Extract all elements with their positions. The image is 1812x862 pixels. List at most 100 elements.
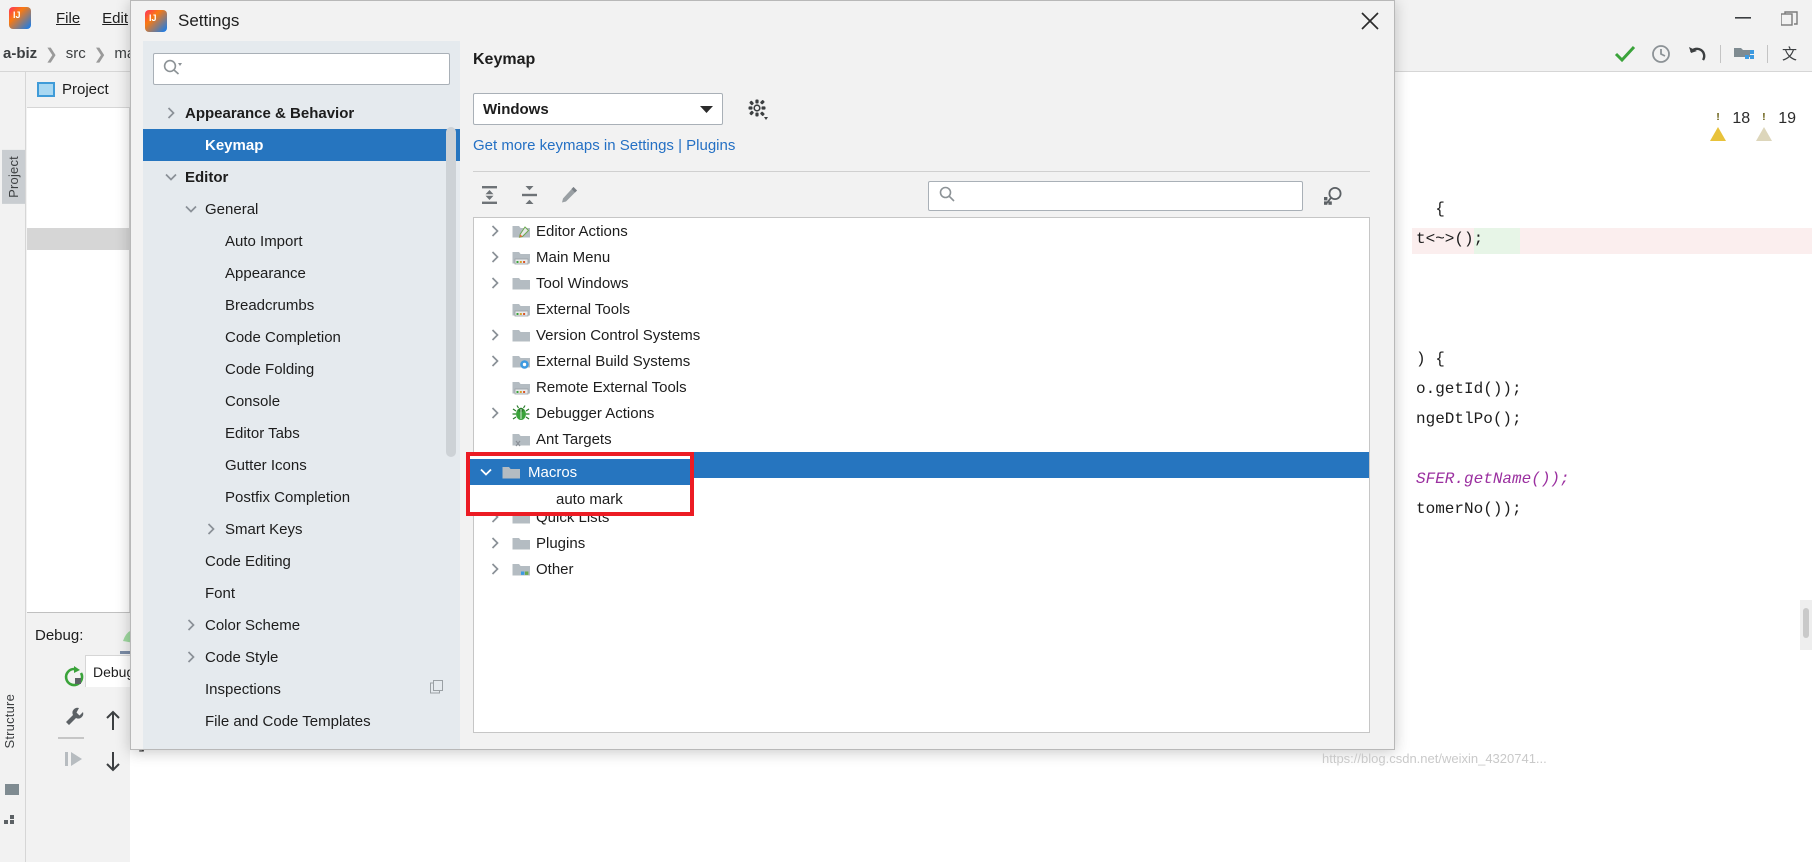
sidebar-item-code-folding[interactable]: Code Folding: [143, 353, 460, 385]
settings-category-tree[interactable]: Appearance & Behavior Keymap Editor General…: [143, 97, 460, 749]
code-line: ) {: [1416, 350, 1445, 368]
sidebar-item-smart-keys[interactable]: Smart Keys: [143, 513, 460, 545]
grid-icon: [4, 812, 16, 824]
chevron-right-icon[interactable]: [201, 523, 221, 535]
maximize-restore-button[interactable]: [1766, 0, 1812, 36]
sidebar-item-inspections[interactable]: Inspections: [143, 673, 460, 705]
chevron-right-icon[interactable]: [482, 225, 508, 237]
sidebar-item-console[interactable]: Console: [143, 385, 460, 417]
sidebar-item-auto-import[interactable]: Auto Import: [143, 225, 460, 257]
chevron-down-icon[interactable]: [181, 205, 201, 213]
keymap-action-tree[interactable]: Editor Actions Main Menu Tool Windows Exter…: [473, 217, 1370, 733]
get-more-keymaps-link[interactable]: Get more keymaps in Settings | Plugins: [473, 137, 735, 154]
arrow-down-icon[interactable]: [93, 741, 133, 781]
chevron-right-icon[interactable]: [482, 537, 508, 549]
undo-icon[interactable]: [1680, 40, 1714, 68]
keymap-tree-row[interactable]: External Tools: [474, 296, 1369, 322]
keymap-search-input[interactable]: [961, 187, 1291, 205]
keymap-tree-row[interactable]: Tool Windows: [474, 270, 1369, 296]
project-tree-selected-row[interactable]: [27, 228, 130, 250]
keymap-tree-row[interactable]: Quick Lists: [474, 504, 1369, 530]
close-icon[interactable]: [1346, 1, 1394, 41]
menu-file[interactable]: File: [45, 7, 91, 30]
keymap-tree-row[interactable]: Macros: [474, 452, 1369, 478]
sidebar-item-gutter-icons[interactable]: Gutter Icons: [143, 449, 460, 481]
settings-wrench-icon[interactable]: [55, 697, 93, 737]
chevron-right-icon[interactable]: [181, 651, 201, 663]
sidebar-item-appearance[interactable]: Appearance: [143, 257, 460, 289]
toolwindow-tab-project[interactable]: Project: [2, 150, 25, 204]
module-folder-icon[interactable]: [1727, 40, 1761, 68]
chevron-right-icon[interactable]: [482, 251, 508, 263]
history-clock-icon[interactable]: [1644, 40, 1678, 68]
run-check-icon[interactable]: [1608, 40, 1642, 68]
keymap-tree-row[interactable]: Version Control Systems: [474, 322, 1369, 348]
edit-shortcut-icon[interactable]: [553, 180, 585, 210]
keymap-tree-row[interactable]: auto mark: [474, 478, 1369, 504]
chevron-right-icon[interactable]: [482, 563, 508, 575]
arrow-up-icon[interactable]: [93, 701, 133, 741]
toolwindow-tab-structure[interactable]: Structure: [2, 694, 17, 749]
minimize-button[interactable]: [1720, 0, 1766, 36]
inspection-warning-strip[interactable]: 18 19: [1710, 110, 1796, 141]
page-title: Keymap: [473, 51, 536, 68]
settings-search-input[interactable]: [188, 60, 443, 78]
keymap-tree-row[interactable]: Other: [474, 556, 1369, 582]
keymap-tree-row[interactable]: Ant Targets: [474, 426, 1369, 452]
sidebar-item-code-style[interactable]: Code Style: [143, 641, 460, 673]
rerun-icon[interactable]: [55, 657, 93, 697]
sidebar-item-appearance-behavior[interactable]: Appearance & Behavior: [143, 97, 460, 129]
chevron-right-icon[interactable]: [181, 619, 201, 631]
breadcrumb-item-src[interactable]: src: [63, 45, 89, 62]
keymap-tree-row[interactable]: Editor Actions: [474, 218, 1369, 244]
keymap-tree-row[interactable]: External Build Systems: [474, 348, 1369, 374]
chevron-right-icon[interactable]: [482, 329, 508, 341]
translate-icon[interactable]: 文: [1774, 40, 1808, 68]
chevron-right-icon[interactable]: [482, 511, 508, 523]
sidebar-item-font[interactable]: Font: [143, 577, 460, 609]
sidebar-item-code-editing[interactable]: Code Editing: [143, 545, 460, 577]
keymap-tree-label: External Build Systems: [536, 352, 691, 370]
keymap-tree-row[interactable]: Plugins: [474, 530, 1369, 556]
chevron-right-icon[interactable]: [161, 107, 181, 119]
chevron-right-icon[interactable]: [482, 277, 508, 289]
debug-action-column: [55, 657, 93, 779]
code-line: t<~>();: [1416, 230, 1484, 248]
chevron-right-icon[interactable]: [482, 407, 508, 419]
sidebar-item-postfix-completion[interactable]: Postfix Completion: [143, 481, 460, 513]
sidebar-item-editor-tabs[interactable]: Editor Tabs: [143, 417, 460, 449]
expand-all-icon[interactable]: [473, 180, 505, 210]
sidebar-scrollbar[interactable]: [446, 127, 456, 457]
keymap-scheme-value: Windows: [483, 100, 549, 118]
collapse-all-icon[interactable]: [513, 180, 545, 210]
chevron-right-icon[interactable]: [482, 355, 508, 367]
sidebar-item-breadcrumbs[interactable]: Breadcrumbs: [143, 289, 460, 321]
project-tree[interactable]: [27, 108, 130, 612]
resume-icon[interactable]: [55, 739, 93, 779]
gear-icon[interactable]: [743, 95, 773, 125]
breadcrumb-item-project[interactable]: a-biz: [0, 45, 40, 62]
sidebar-item-label: Editor Tabs: [225, 424, 300, 442]
keymap-tree-row[interactable]: Main Menu: [474, 244, 1369, 270]
find-by-shortcut-icon[interactable]: [1318, 181, 1350, 211]
warning-triangle-icon: [1756, 110, 1773, 141]
warning-count: 19: [1778, 110, 1796, 127]
editor-scrollbar[interactable]: [1800, 600, 1812, 650]
keymap-scheme-select[interactable]: Windows: [473, 93, 723, 125]
folder-other-icon: [508, 562, 534, 577]
settings-search-box[interactable]: [153, 53, 450, 85]
sidebar-item-color-scheme[interactable]: Color Scheme: [143, 609, 460, 641]
sidebar-item-general[interactable]: General: [143, 193, 460, 225]
keymap-tree-row[interactable]: Debugger Actions: [474, 400, 1369, 426]
keymap-search-box[interactable]: [928, 181, 1303, 211]
keymap-tree-row[interactable]: Remote External Tools: [474, 374, 1369, 400]
settings-sidebar: Appearance & Behavior Keymap Editor General…: [143, 41, 460, 749]
sidebar-item-file-and-code-templates[interactable]: File and Code Templates: [143, 705, 460, 737]
sidebar-item-code-completion[interactable]: Code Completion: [143, 321, 460, 353]
chevron-down-icon[interactable]: [482, 461, 508, 469]
chevron-down-icon[interactable]: [161, 173, 181, 181]
sidebar-item-editor[interactable]: Editor: [143, 161, 460, 193]
sidebar-item-keymap[interactable]: Keymap: [143, 129, 460, 161]
